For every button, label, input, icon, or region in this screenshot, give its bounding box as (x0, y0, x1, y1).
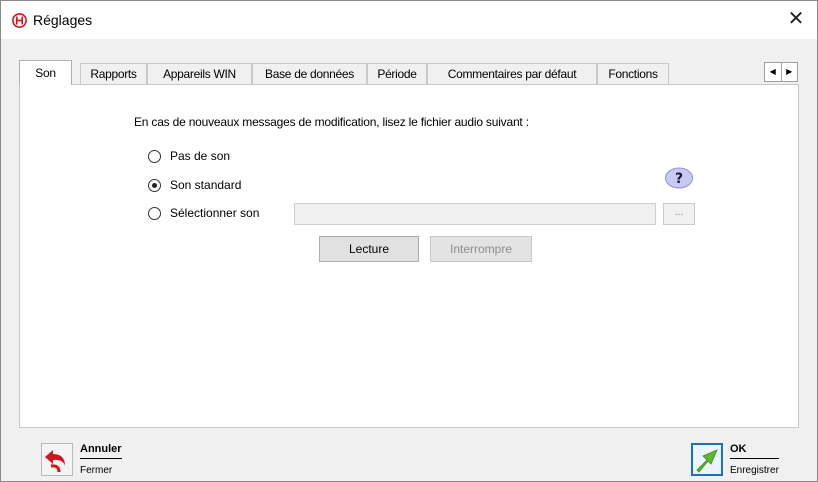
cancel-label: Annuler (80, 443, 122, 459)
tab-scroll-buttons: ◀ ▶ (764, 62, 798, 82)
ok-text: OK Enregistrer (730, 443, 779, 476)
sound-settings-panel: En cas de nouveaux messages de modificat… (19, 84, 799, 428)
svg-text:?: ? (675, 171, 683, 187)
radio-select-sound-label: Sélectionner son (170, 206, 260, 220)
settings-window: Réglages ✕ Son Rapports Appareils WIN Ba… (0, 0, 818, 482)
title-bar: Réglages ✕ (1, 1, 817, 39)
radio-no-sound[interactable]: Pas de son (148, 149, 230, 163)
radio-standard-sound[interactable]: Son standard (148, 178, 241, 192)
tab-fonctions[interactable]: Fonctions (597, 63, 669, 84)
window-title: Réglages (33, 12, 93, 28)
ok-sublabel: Enregistrer (730, 465, 779, 476)
radio-select-sound[interactable]: Sélectionner son (148, 206, 259, 220)
save-arrow-icon (691, 443, 723, 476)
close-icon[interactable]: ✕ (785, 8, 807, 32)
tab-rapports[interactable]: Rapports (80, 63, 147, 84)
tab-commentaires-par-defaut[interactable]: Commentaires par défaut (427, 63, 597, 84)
undo-arrow-icon (41, 443, 73, 476)
sound-file-input[interactable] (294, 203, 656, 225)
tab-base-de-donnees[interactable]: Base de données (252, 63, 367, 84)
radio-button[interactable] (148, 206, 161, 220)
tab-son[interactable]: Son (19, 60, 72, 85)
browse-button[interactable]: ... (663, 203, 695, 225)
tab-scroll-left-icon[interactable]: ◀ (765, 63, 782, 81)
play-button[interactable]: Lecture (319, 236, 419, 262)
app-logo-icon (12, 13, 27, 28)
tab-bar: Son Rapports Appareils WIN Base de donné… (19, 60, 799, 85)
help-question-icon[interactable]: ? (664, 167, 694, 189)
cancel-sublabel: Fermer (80, 465, 113, 476)
radio-no-sound-label: Pas de son (170, 149, 231, 163)
cancel-button[interactable]: Annuler Fermer (41, 443, 122, 476)
radio-standard-sound-label: Son standard (170, 178, 242, 192)
ok-label: OK (730, 443, 779, 459)
tab-scroll-right-icon[interactable]: ▶ (782, 63, 798, 81)
cancel-text: Annuler Fermer (80, 443, 122, 476)
sound-instruction: En cas de nouveaux messages de modificat… (134, 115, 529, 129)
stop-button[interactable]: Interrompre (430, 236, 532, 262)
radio-button-checked[interactable] (148, 178, 161, 192)
tab-periode[interactable]: Période (367, 63, 427, 84)
ok-button[interactable]: OK Enregistrer (691, 443, 779, 476)
tab-appareils-win[interactable]: Appareils WIN (147, 63, 252, 84)
radio-button[interactable] (148, 149, 161, 163)
